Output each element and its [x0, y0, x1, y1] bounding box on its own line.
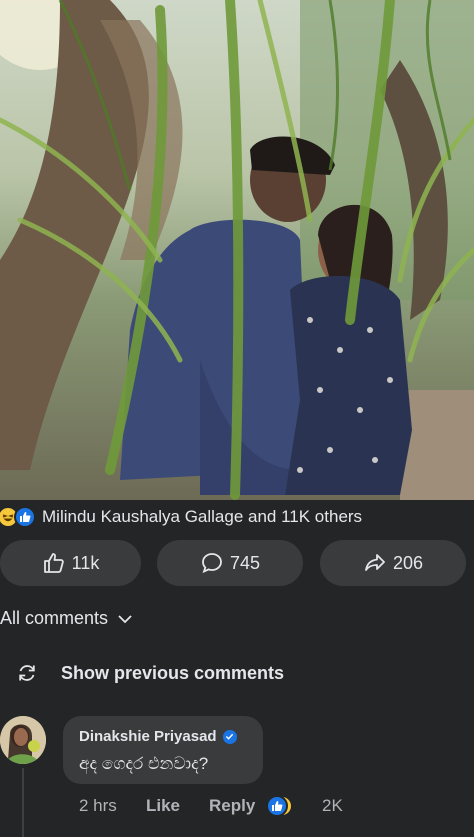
- post-photo[interactable]: [0, 0, 474, 500]
- comment-meta: 2 hrs Like Reply 2K: [79, 795, 379, 818]
- comment-reply-button[interactable]: Reply: [209, 796, 255, 816]
- comment-button[interactable]: 745: [157, 540, 303, 586]
- comment-count: 745: [229, 552, 261, 573]
- reaction-summary[interactable]: Milindu Kaushalya Gallage and 11K others: [0, 502, 474, 532]
- comment-reaction-count: 2K: [322, 796, 343, 815]
- comment-author[interactable]: Dinakshie Priyasad: [79, 728, 237, 745]
- avatar[interactable]: [0, 716, 46, 764]
- like-reaction-icon: [14, 506, 36, 528]
- comment-text: අද ගෙදර එනවාද?: [79, 754, 209, 773]
- chevron-down-icon: [118, 614, 132, 623]
- show-previous-comments-button[interactable]: Show previous comments: [16, 662, 284, 684]
- comment-bubble[interactable]: Dinakshie Priyasad අද ගෙදර එනවාද?: [63, 716, 263, 784]
- comment-thread-line: [22, 768, 24, 837]
- thumbs-up-icon: [43, 553, 64, 573]
- comment-author-name: Dinakshie Priyasad: [79, 728, 217, 745]
- verified-badge-icon: [222, 729, 237, 744]
- comment-bubble-icon: [202, 553, 222, 574]
- reaction-summary-text: Milindu Kaushalya Gallage and 11K others: [42, 507, 363, 526]
- like-count: 11k: [71, 552, 100, 573]
- comment-filter-dropdown[interactable]: All comments: [0, 608, 132, 629]
- like-button[interactable]: 11k: [0, 540, 141, 586]
- comment-time: 2 hrs: [79, 796, 117, 815]
- refresh-icon: [19, 665, 35, 681]
- comment-filter-label: All comments: [0, 608, 109, 628]
- share-button[interactable]: 206: [320, 540, 466, 586]
- share-count: 206: [392, 552, 424, 573]
- share-arrow-icon: [365, 554, 385, 571]
- photo-illustration: [0, 0, 474, 500]
- post-actions: 11k 745 206: [0, 540, 474, 586]
- comment-like-button[interactable]: Like: [146, 796, 180, 816]
- show-previous-comments-label: Show previous comments: [61, 662, 285, 683]
- like-reaction-icon: [266, 795, 288, 817]
